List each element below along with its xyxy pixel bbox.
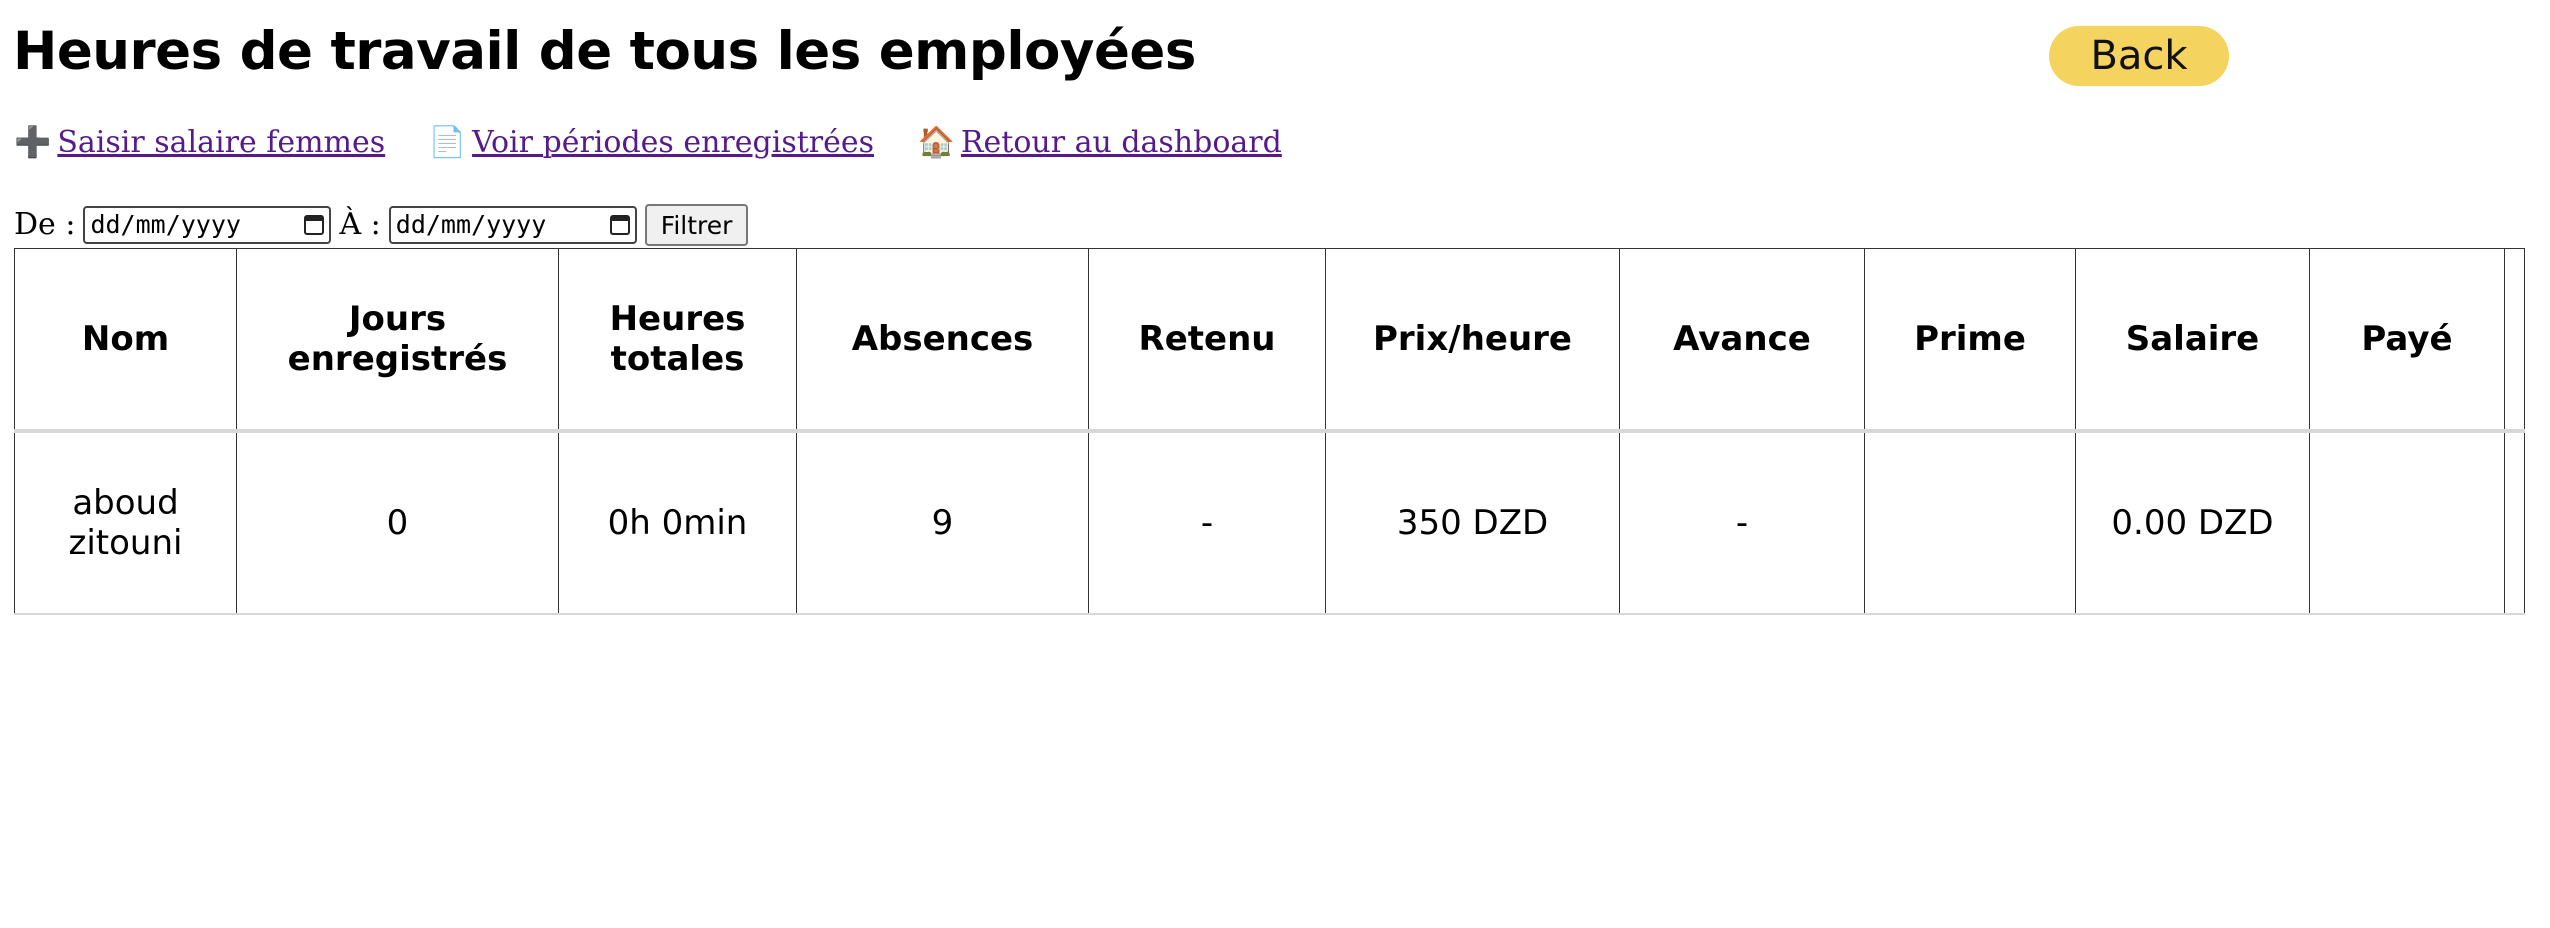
- to-date-input[interactable]: dd/mm/yyyy: [388, 206, 637, 244]
- to-date-value: dd/mm/yyyy: [395, 210, 547, 239]
- cell-paye: [2309, 430, 2505, 615]
- saisir-salaire-link[interactable]: ➕ Saisir salaire femmes: [14, 125, 385, 160]
- saisir-salaire-label: Saisir salaire femmes: [57, 125, 386, 160]
- cell-avance: -: [1619, 430, 1865, 615]
- cell-prix-heure: 350 DZD: [1325, 430, 1620, 615]
- hours-table: Nom Jours enregistrés Heures totales Abs…: [14, 248, 2525, 615]
- document-icon: 📄: [428, 125, 467, 160]
- cell-prime: [1864, 430, 2076, 615]
- from-date-value: dd/mm/yyyy: [90, 210, 241, 239]
- voir-periodes-link[interactable]: 📄 Voir périodes enregistrées: [429, 125, 874, 160]
- header-absences: Absences: [796, 248, 1089, 433]
- header-retenu: Retenu: [1088, 248, 1326, 433]
- to-label: À :: [339, 207, 381, 242]
- cell-heures: 0h 0min: [558, 430, 797, 615]
- header-avance: Avance: [1619, 248, 1865, 433]
- from-label: De :: [14, 207, 76, 242]
- header-heures: Heures totales: [558, 248, 797, 433]
- page: Heures de travail de tous les employées …: [0, 0, 2550, 928]
- table-row: aboud zitouni 0 0h 0min 9 - 350 DZD - 0.…: [14, 430, 2525, 615]
- calendar-icon[interactable]: [304, 215, 325, 235]
- page-title: Heures de travail de tous les employées: [13, 21, 1196, 82]
- header-jours: Jours enregistrés: [236, 248, 559, 433]
- retour-dashboard-label: Retour au dashboard: [960, 125, 1282, 160]
- header-nom: Nom: [14, 248, 237, 433]
- header-paye: Payé: [2309, 248, 2505, 433]
- cell-salaire: 0.00 DZD: [2075, 430, 2310, 615]
- nav-links: ➕ Saisir salaire femmes 📄 Voir périodes en…: [14, 120, 1316, 166]
- header-salaire: Salaire: [2075, 248, 2310, 433]
- plus-icon: ➕: [14, 125, 52, 160]
- header-prix-heure: Prix/heure: [1325, 248, 1620, 433]
- back-button[interactable]: Back: [2049, 26, 2229, 86]
- retour-dashboard-link[interactable]: 🏠 Retour au dashboard: [918, 125, 1282, 160]
- table-header-row: Nom Jours enregistrés Heures totales Abs…: [14, 248, 2525, 433]
- from-date-input[interactable]: dd/mm/yyyy: [83, 206, 332, 244]
- header-prime: Prime: [1864, 248, 2076, 433]
- calendar-icon[interactable]: [609, 215, 630, 235]
- cell-jours: 0: [236, 430, 559, 615]
- filter-button[interactable]: Filtrer: [644, 204, 749, 246]
- cell-retenu: -: [1088, 430, 1326, 615]
- cell-overflow: [2504, 430, 2525, 615]
- date-filter: De : dd/mm/yyyy À : dd/mm/yyyy Filtrer: [14, 203, 749, 247]
- voir-periodes-label: Voir périodes enregistrées: [472, 125, 875, 160]
- house-icon: 🏠: [917, 125, 955, 160]
- cell-nom: aboud zitouni: [14, 430, 237, 615]
- cell-absences: 9: [796, 430, 1089, 615]
- header-overflow: [2504, 248, 2525, 433]
